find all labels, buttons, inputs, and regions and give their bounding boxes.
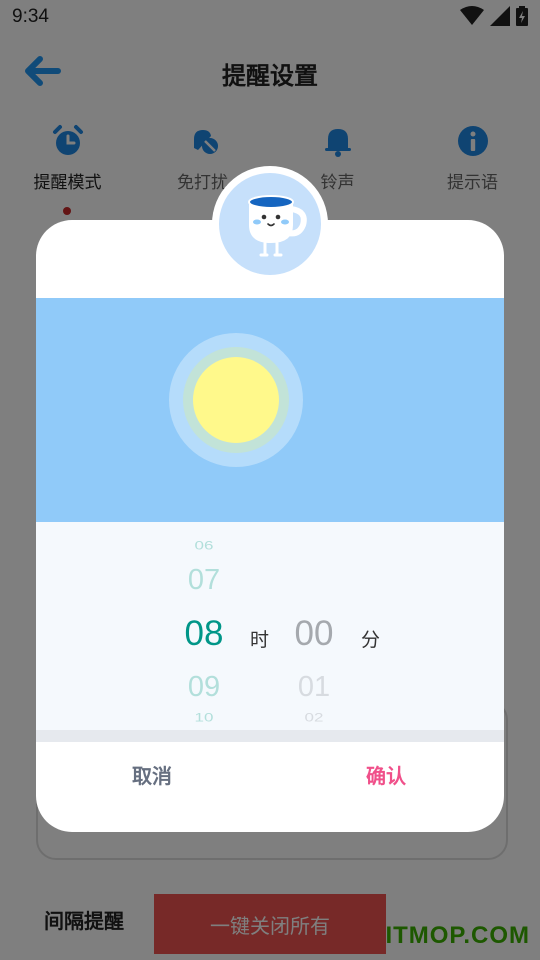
hour-option[interactable]: 07 xyxy=(164,564,244,597)
cancel-button[interactable]: 取消 xyxy=(132,760,172,789)
minute-option[interactable]: 01 xyxy=(274,671,354,704)
sun-icon xyxy=(193,357,279,443)
hour-selected[interactable]: 08 xyxy=(164,614,244,654)
cup-mascot-icon xyxy=(248,195,307,257)
hour-unit-label: 时 xyxy=(250,629,270,651)
minute-option[interactable]: 02 xyxy=(274,711,354,725)
time-picker: 06 07 08 09 10 时 00 01 02 分 xyxy=(36,522,504,730)
hour-option[interactable]: 10 xyxy=(164,711,244,725)
sky-illustration xyxy=(36,298,504,522)
mascot-badge xyxy=(212,166,328,282)
hour-option[interactable]: 09 xyxy=(164,671,244,704)
hour-option[interactable]: 06 xyxy=(164,539,244,553)
minute-unit-label: 分 xyxy=(361,629,381,651)
divider xyxy=(36,730,504,742)
confirm-button[interactable]: 确认 xyxy=(366,760,406,789)
minute-selected[interactable]: 00 xyxy=(274,614,354,654)
time-picker-dialog: 06 07 08 09 10 时 00 01 02 分 取消 确认 xyxy=(36,220,504,832)
mascot-background xyxy=(219,173,321,275)
